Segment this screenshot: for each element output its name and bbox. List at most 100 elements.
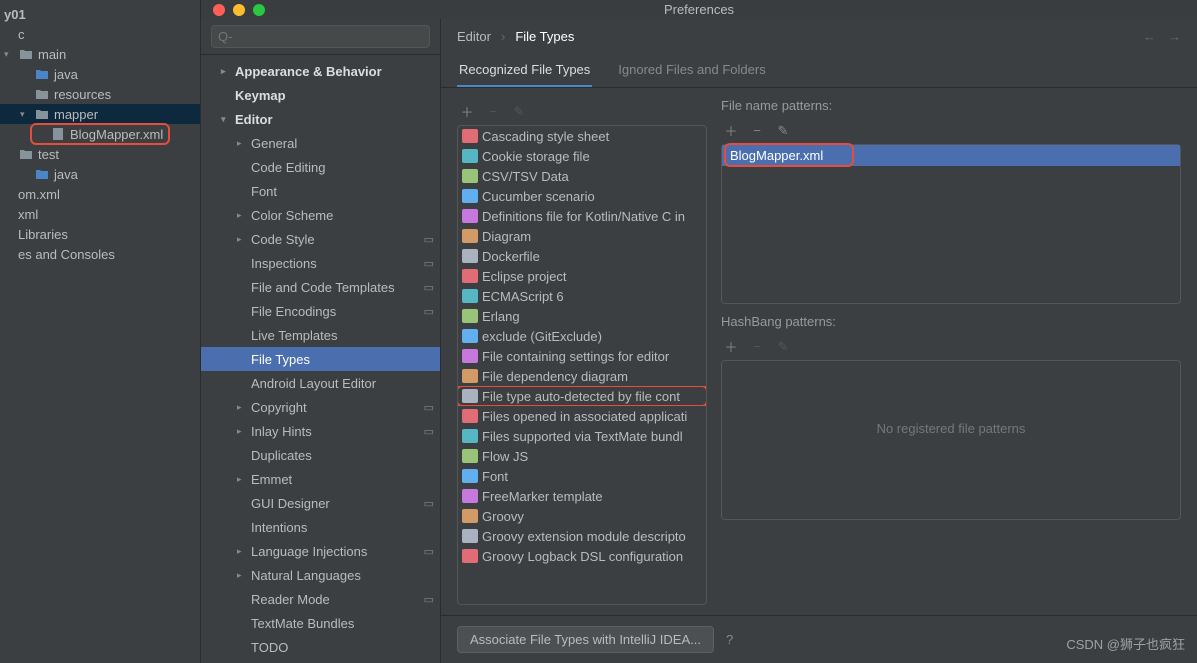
tree-label: main	[38, 47, 66, 62]
file-type-item[interactable]: File containing settings for editor	[458, 346, 706, 366]
window-minimize-icon[interactable]	[233, 4, 245, 16]
file-type-item[interactable]: File dependency diagram	[458, 366, 706, 386]
sidebar-item[interactable]: ▸Copyright▭	[201, 395, 440, 419]
file-type-icon	[462, 529, 478, 543]
filename-patterns-list[interactable]: BlogMapper.xml	[721, 144, 1181, 304]
dialog-title: Preferences	[664, 2, 734, 17]
search-input[interactable]	[211, 25, 430, 48]
tree-folder[interactable]: ▾main	[0, 44, 200, 64]
sidebar-item[interactable]: ▸Language Injections▭	[201, 539, 440, 563]
file-type-item[interactable]: Files supported via TextMate bundl	[458, 426, 706, 446]
remove-icon[interactable]: −	[485, 104, 501, 119]
tree-folder[interactable]: java	[0, 164, 200, 184]
file-type-label: Eclipse project	[482, 269, 567, 284]
sidebar-item[interactable]: Duplicates	[201, 443, 440, 467]
associate-button[interactable]: Associate File Types with IntelliJ IDEA.…	[457, 626, 714, 653]
file-type-item[interactable]: Eclipse project	[458, 266, 706, 286]
sidebar-label: Font	[251, 184, 277, 199]
sidebar-item[interactable]: GUI Designer▭	[201, 491, 440, 515]
sidebar-label: File Types	[251, 352, 310, 367]
sidebar-item[interactable]: ▸General	[201, 131, 440, 155]
sidebar-item[interactable]: Code Editing	[201, 155, 440, 179]
sidebar-item[interactable]: File and Code Templates▭	[201, 275, 440, 299]
filename-patterns-label: File name patterns:	[721, 98, 1181, 113]
sidebar-item[interactable]: Keymap	[201, 83, 440, 107]
sidebar-item[interactable]: TextMate Bundles	[201, 611, 440, 635]
hashbang-patterns-list[interactable]: No registered file patterns	[721, 360, 1181, 520]
file-type-icon	[462, 509, 478, 523]
file-type-label: File containing settings for editor	[482, 349, 669, 364]
tree-file[interactable]: BlogMapper.xml	[0, 124, 200, 144]
file-type-item[interactable]: Groovy extension module descripto	[458, 526, 706, 546]
file-type-item[interactable]: Dockerfile	[458, 246, 706, 266]
window-close-icon[interactable]	[213, 4, 225, 16]
file-type-item[interactable]: Files opened in associated applicati	[458, 406, 706, 426]
file-types-panel: ＋ − ✎ Cascading style sheetCookie storag…	[457, 98, 707, 605]
tree-file[interactable]: c	[0, 24, 200, 44]
sidebar-label: Code Editing	[251, 160, 325, 175]
tab-ignored[interactable]: Ignored Files and Folders	[616, 54, 767, 87]
sidebar-item[interactable]: Inspections▭	[201, 251, 440, 275]
file-type-label: Flow JS	[482, 449, 528, 464]
file-type-item[interactable]: Groovy	[458, 506, 706, 526]
file-type-item[interactable]: Diagram	[458, 226, 706, 246]
remove-icon[interactable]: −	[749, 123, 765, 138]
tree-folder[interactable]: java	[0, 64, 200, 84]
file-type-item[interactable]: exclude (GitExclude)	[458, 326, 706, 346]
file-type-item[interactable]: Font	[458, 466, 706, 486]
tree-folder[interactable]: resources	[0, 84, 200, 104]
file-type-item[interactable]: Groovy Logback DSL configuration	[458, 546, 706, 566]
sidebar-item[interactable]: ▸Inlay Hints▭	[201, 419, 440, 443]
sidebar-item[interactable]: ▸Emmet	[201, 467, 440, 491]
file-type-item[interactable]: CSV/TSV Data	[458, 166, 706, 186]
project-tree[interactable]: y01 c▾mainjavaresources▾mapperBlogMapper…	[0, 0, 200, 663]
edit-icon[interactable]: ✎	[775, 123, 791, 139]
tree-root: y01	[0, 4, 200, 24]
file-type-item[interactable]: Definitions file for Kotlin/Native C in	[458, 206, 706, 226]
file-type-item[interactable]: ECMAScript 6	[458, 286, 706, 306]
back-icon[interactable]: ←	[1143, 29, 1156, 44]
tree-folder[interactable]: ▾mapper	[0, 104, 200, 124]
add-icon[interactable]: ＋	[723, 121, 739, 140]
window-zoom-icon[interactable]	[253, 4, 265, 16]
file-types-list[interactable]: Cascading style sheetCookie storage file…	[457, 125, 707, 605]
sidebar-item[interactable]: ▸Color Scheme	[201, 203, 440, 227]
tree-file[interactable]: om.xml	[0, 184, 200, 204]
file-type-item[interactable]: Cucumber scenario	[458, 186, 706, 206]
sidebar-item[interactable]: ▸Appearance & Behavior	[201, 59, 440, 83]
file-type-label: File type auto-detected by file cont	[482, 389, 680, 404]
file-type-item[interactable]: Erlang	[458, 306, 706, 326]
file-type-item[interactable]: Cookie storage file	[458, 146, 706, 166]
sidebar-item[interactable]: Android Layout Editor	[201, 371, 440, 395]
sidebar-item[interactable]: File Types	[201, 347, 440, 371]
forward-icon[interactable]: →	[1168, 29, 1181, 44]
pattern-item[interactable]: BlogMapper.xml	[722, 145, 1180, 166]
sidebar-item[interactable]: ▸Natural Languages	[201, 563, 440, 587]
sidebar-item[interactable]: TODO	[201, 635, 440, 659]
file-type-item[interactable]: Flow JS	[458, 446, 706, 466]
sidebar-item[interactable]: Font	[201, 179, 440, 203]
sidebar-item[interactable]: ▾Editor	[201, 107, 440, 131]
tree-label: java	[54, 167, 78, 182]
sidebar-item[interactable]: Reader Mode▭	[201, 587, 440, 611]
tree-file[interactable]: es and Consoles	[0, 244, 200, 264]
help-icon[interactable]: ?	[726, 632, 733, 647]
tree-file[interactable]: xml	[0, 204, 200, 224]
sidebar-item[interactable]: ▸Code Style▭	[201, 227, 440, 251]
sidebar-item[interactable]: Intentions	[201, 515, 440, 539]
breadcrumb-item[interactable]: Editor	[457, 29, 491, 44]
sidebar-item[interactable]: Live Templates	[201, 323, 440, 347]
add-icon[interactable]: ＋	[459, 102, 475, 121]
add-icon[interactable]: ＋	[723, 337, 739, 356]
remove-icon[interactable]: −	[749, 339, 765, 354]
file-type-item[interactable]: File type auto-detected by file cont	[458, 386, 706, 406]
tree-folder[interactable]: test	[0, 144, 200, 164]
tree-file[interactable]: Libraries	[0, 224, 200, 244]
file-type-item[interactable]: FreeMarker template	[458, 486, 706, 506]
file-type-item[interactable]: Cascading style sheet	[458, 126, 706, 146]
edit-icon[interactable]: ✎	[511, 104, 527, 120]
sidebar-label: Android Layout Editor	[251, 376, 376, 391]
edit-icon[interactable]: ✎	[775, 339, 791, 355]
tab-recognized[interactable]: Recognized File Types	[457, 54, 592, 87]
sidebar-item[interactable]: File Encodings▭	[201, 299, 440, 323]
